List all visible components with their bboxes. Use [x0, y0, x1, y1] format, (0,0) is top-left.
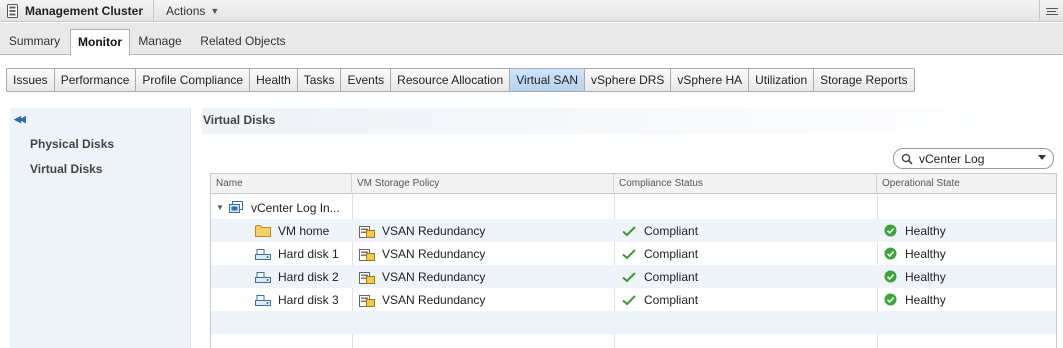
operational-state-value: Healthy [905, 292, 946, 307]
row-name: Hard disk 2 [278, 269, 339, 284]
content-header: Virtual Disks [202, 108, 1063, 134]
subtab-tasks[interactable]: Tasks [298, 69, 342, 91]
healthy-status-icon [882, 224, 898, 238]
storage-policy-value: VSAN Redundancy [382, 246, 486, 261]
healthy-status-icon [882, 270, 898, 284]
filter-value: vCenter Log [919, 151, 985, 166]
column-header-storage-policy[interactable]: VM Storage Policy [352, 174, 614, 194]
subtab-events[interactable]: Events [341, 69, 392, 91]
folder-icon [255, 224, 271, 238]
storage-policy-icon [359, 224, 375, 238]
collapse-panel-icon[interactable]: ◀◀ [14, 114, 26, 125]
tab-manage[interactable]: Manage [132, 29, 188, 55]
healthy-status-icon [882, 293, 898, 307]
table-row[interactable]: Hard disk 2 VSAN Redundancy Compliant He… [211, 265, 1056, 288]
subtab-performance[interactable]: Performance [55, 69, 137, 91]
content-title: Virtual Disks [203, 113, 276, 127]
tab-summary[interactable]: Summary [0, 29, 69, 55]
expand-toggle-icon[interactable]: ▼ [216, 203, 224, 212]
checkmark-icon [621, 293, 637, 307]
table-row-vm[interactable]: ▼ vCenter Log In... [211, 196, 1056, 219]
subtab-vsphere-drs[interactable]: vSphere DRS [585, 69, 672, 91]
subtab-issues[interactable]: Issues [7, 69, 55, 91]
storage-policy-icon [359, 270, 375, 284]
storage-policy-icon [359, 293, 375, 307]
nav-item-virtual-disks[interactable]: Virtual Disks [30, 162, 102, 176]
search-icon [901, 153, 913, 165]
table-row-empty [211, 311, 1056, 334]
subtab-utilization[interactable]: Utilization [749, 69, 815, 91]
virtual-disks-table: Name VM Storage Policy Compliance Status… [210, 173, 1057, 348]
hard-disk-icon [255, 270, 271, 284]
subtab-virtual-san[interactable]: Virtual SAN [510, 69, 586, 91]
operational-state-value: Healthy [905, 269, 946, 284]
cluster-icon [5, 3, 19, 18]
hard-disk-icon [255, 293, 271, 307]
operational-state-value: Healthy [905, 246, 946, 261]
menu-icon[interactable] [1039, 0, 1063, 22]
checkmark-icon [621, 270, 637, 284]
tab-monitor[interactable]: Monitor [70, 29, 130, 56]
sub-tabs: Issues Performance Profile Compliance He… [6, 68, 915, 92]
vm-icon [228, 201, 244, 215]
operational-state-value: Healthy [905, 223, 946, 238]
compliance-value: Compliant [644, 269, 699, 284]
actions-label: Actions [166, 3, 206, 18]
row-name: VM home [278, 223, 330, 238]
storage-policy-value: VSAN Redundancy [382, 269, 486, 284]
subtab-vsphere-ha[interactable]: vSphere HA [671, 69, 750, 91]
chevron-down-icon [1038, 155, 1046, 160]
row-name: Hard disk 1 [278, 246, 339, 261]
table-row[interactable]: Hard disk 1 VSAN Redundancy Compliant He… [211, 242, 1056, 265]
healthy-status-icon [882, 247, 898, 261]
vm-filter-dropdown[interactable]: vCenter Log [893, 148, 1054, 169]
storage-policy-value: VSAN Redundancy [382, 292, 486, 307]
column-header-name[interactable]: Name [211, 174, 352, 194]
subtab-resource-allocation[interactable]: Resource Allocation [391, 69, 511, 91]
storage-policy-icon [359, 247, 375, 261]
main-tabs: Summary Monitor Manage Related Objects [0, 23, 1063, 56]
chevron-down-icon: ▼ [210, 5, 220, 16]
vm-name: vCenter Log In... [251, 200, 340, 215]
title-bar: Management Cluster Actions ▼ [0, 0, 1063, 22]
compliance-value: Compliant [644, 223, 699, 238]
actions-menu-button[interactable]: Actions ▼ [166, 4, 219, 18]
column-header-compliance[interactable]: Compliance Status [614, 174, 877, 194]
nav-item-physical-disks[interactable]: Physical Disks [30, 137, 114, 151]
checkmark-icon [621, 247, 637, 261]
column-header-operational-state[interactable]: Operational State [877, 174, 1056, 194]
subtab-profile-compliance[interactable]: Profile Compliance [136, 69, 251, 91]
hard-disk-icon [255, 247, 271, 261]
checkmark-icon [621, 224, 637, 238]
table-header: Name VM Storage Policy Compliance Status… [211, 174, 1056, 194]
title-divider [153, 0, 155, 22]
tab-related-objects[interactable]: Related Objects [192, 29, 294, 55]
left-nav-panel: ◀◀ Physical Disks Virtual Disks [10, 108, 191, 348]
compliance-value: Compliant [644, 292, 699, 307]
storage-policy-value: VSAN Redundancy [382, 223, 486, 238]
row-name: Hard disk 3 [278, 292, 339, 307]
table-row[interactable]: VM home VSAN Redundancy Compliant Health… [211, 219, 1056, 242]
compliance-value: Compliant [644, 246, 699, 261]
table-row[interactable]: Hard disk 3 VSAN Redundancy Compliant He… [211, 288, 1056, 311]
page-title: Management Cluster [25, 3, 144, 18]
subtab-storage-reports[interactable]: Storage Reports [814, 69, 913, 91]
subtab-health[interactable]: Health [250, 69, 298, 91]
